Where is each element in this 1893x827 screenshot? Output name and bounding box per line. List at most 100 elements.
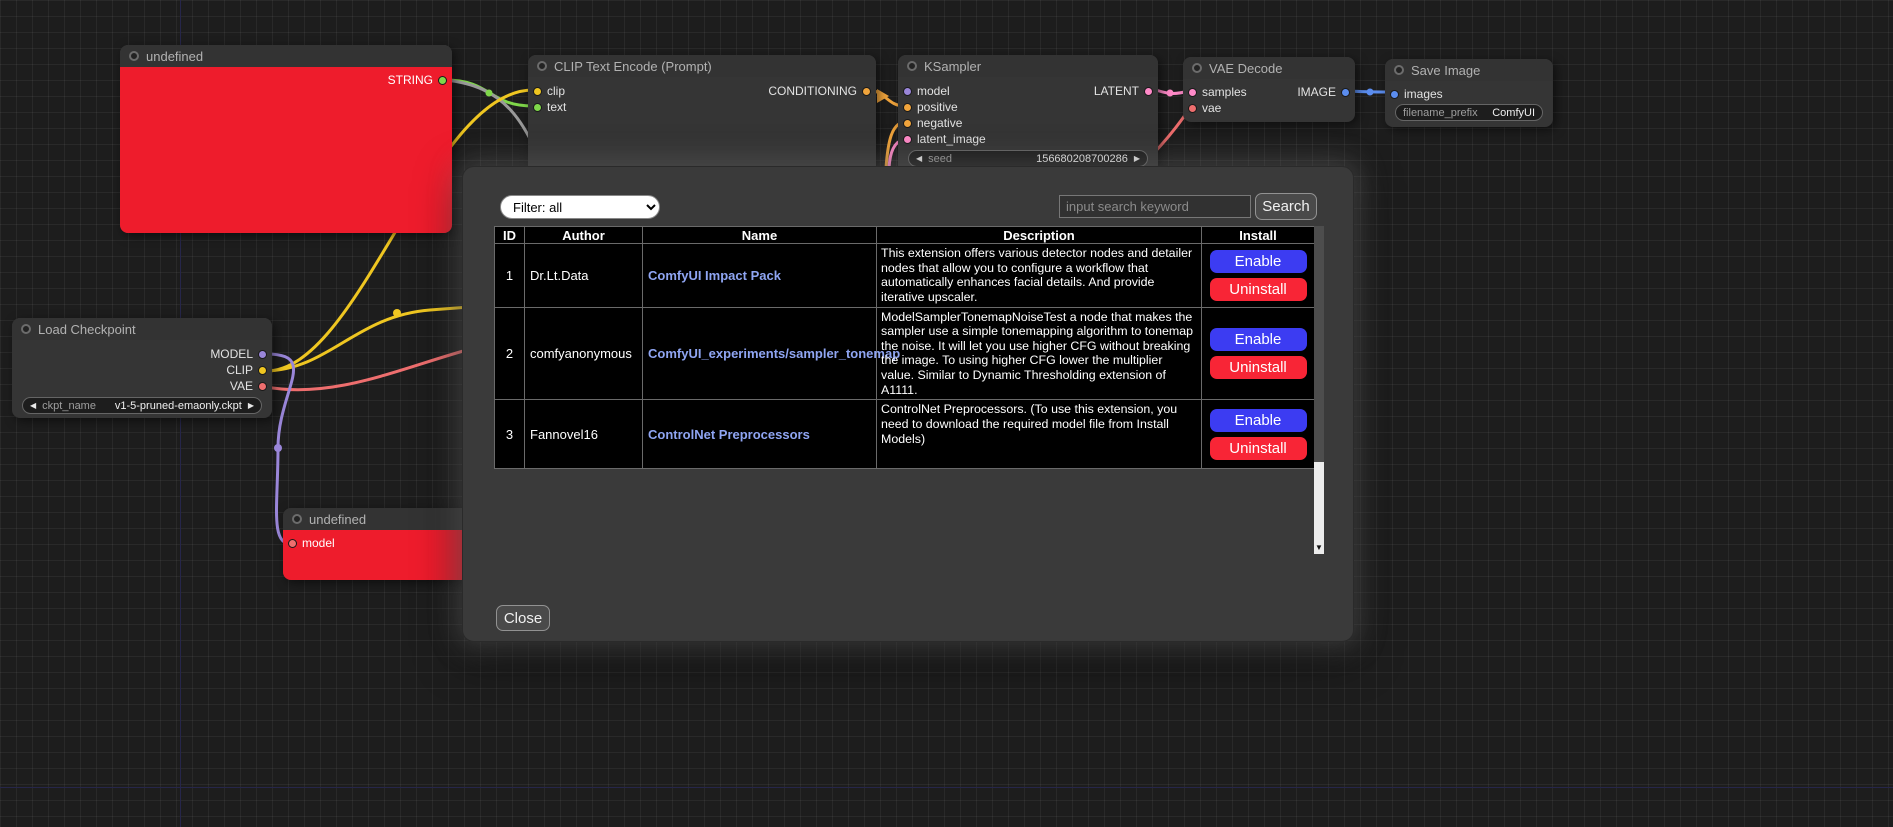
column-header-description: Description bbox=[877, 227, 1202, 244]
output-port-conditioning[interactable]: CONDITIONING bbox=[763, 83, 876, 99]
widget-label: seed bbox=[928, 153, 952, 165]
port-label: images bbox=[1404, 87, 1443, 101]
wire-midpoint-dot[interactable] bbox=[1367, 89, 1374, 96]
enable-button[interactable]: Enable bbox=[1210, 250, 1307, 273]
output-port-vae[interactable]: VAE bbox=[205, 378, 272, 394]
uninstall-button[interactable]: Uninstall bbox=[1210, 437, 1307, 460]
input-port-latent-image[interactable]: latent_image bbox=[898, 131, 991, 147]
node-title-bar[interactable]: undefined bbox=[283, 508, 469, 530]
node-graph-canvas[interactable]: undefined STRING CLIP Text Encode (Promp… bbox=[0, 0, 1893, 827]
node-collapse-dot[interactable] bbox=[907, 61, 917, 71]
port-dot[interactable] bbox=[288, 539, 297, 548]
ckpt-name-widget[interactable]: ◀ ckpt_name v1-5-pruned-emaonly.ckpt ▶ bbox=[22, 397, 262, 414]
port-dot[interactable] bbox=[1144, 87, 1153, 96]
table-scrollbar[interactable]: ▼ bbox=[1314, 226, 1324, 554]
widget-value: ComfyUI bbox=[1492, 107, 1535, 119]
extensions-table-container: ID Author Name Description Install 1 Dr.… bbox=[494, 226, 1324, 554]
node-collapse-dot[interactable] bbox=[1192, 63, 1202, 73]
input-port-negative[interactable]: negative bbox=[898, 115, 991, 131]
close-button[interactable]: Close bbox=[496, 605, 550, 631]
input-port-model[interactable]: model bbox=[898, 83, 991, 99]
port-label: positive bbox=[917, 100, 958, 114]
node-ksampler[interactable]: KSampler model positive negative lat bbox=[898, 55, 1158, 173]
input-port-text[interactable]: text bbox=[528, 99, 571, 115]
node-undefined-top[interactable]: undefined STRING bbox=[120, 45, 452, 233]
node-collapse-dot[interactable] bbox=[537, 61, 547, 71]
port-label: CONDITIONING bbox=[768, 84, 857, 98]
filter-select[interactable]: Filter: all bbox=[500, 195, 660, 219]
node-vae-decode[interactable]: VAE Decode samples vae IMAGE bbox=[1183, 57, 1355, 122]
uninstall-button[interactable]: Uninstall bbox=[1210, 356, 1307, 379]
output-port-model[interactable]: MODEL bbox=[205, 346, 272, 362]
node-load-checkpoint[interactable]: Load Checkpoint MODEL CLIP VAE ◀ ckpt bbox=[12, 318, 272, 418]
widget-decrement-arrow[interactable]: ◀ bbox=[916, 155, 922, 163]
port-dot[interactable] bbox=[258, 382, 267, 391]
widget-increment-arrow[interactable]: ▶ bbox=[1134, 155, 1140, 163]
filename-prefix-widget[interactable]: filename_prefix ComfyUI bbox=[1395, 104, 1543, 121]
node-collapse-dot[interactable] bbox=[1394, 65, 1404, 75]
column-header-install: Install bbox=[1202, 227, 1315, 244]
extension-link[interactable]: ComfyUI Impact Pack bbox=[643, 268, 876, 283]
input-port-images[interactable]: images bbox=[1385, 86, 1448, 102]
extension-author: Fannovel16 bbox=[525, 400, 643, 469]
output-port-string[interactable]: STRING bbox=[383, 72, 452, 88]
port-dot[interactable] bbox=[903, 87, 912, 96]
uninstall-button[interactable]: Uninstall bbox=[1210, 278, 1307, 301]
search-input[interactable] bbox=[1059, 195, 1251, 218]
port-dot[interactable] bbox=[533, 87, 542, 96]
wire-midpoint-dot[interactable] bbox=[1167, 90, 1174, 97]
input-port-vae[interactable]: vae bbox=[1183, 100, 1252, 116]
port-label: clip bbox=[547, 84, 565, 98]
input-port-model[interactable]: model bbox=[283, 535, 340, 551]
port-dot[interactable] bbox=[1188, 88, 1197, 97]
node-collapse-dot[interactable] bbox=[129, 51, 139, 61]
table-row: 2 comfyanonymous ComfyUI_experiments/sam… bbox=[495, 307, 1315, 400]
output-port-latent[interactable]: LATENT bbox=[1089, 83, 1158, 99]
node-collapse-dot[interactable] bbox=[21, 324, 31, 334]
port-label: CLIP bbox=[226, 363, 253, 377]
search-button[interactable]: Search bbox=[1255, 193, 1317, 220]
wire-midpoint-dot[interactable] bbox=[393, 309, 401, 317]
scrollbar-thumb[interactable] bbox=[1314, 226, 1324, 462]
output-port-clip[interactable]: CLIP bbox=[205, 362, 272, 378]
widget-increment-arrow[interactable]: ▶ bbox=[248, 402, 254, 410]
port-dot[interactable] bbox=[1390, 90, 1399, 99]
node-title-bar[interactable]: undefined bbox=[120, 45, 452, 67]
scrollbar-down-arrow[interactable]: ▼ bbox=[1314, 542, 1324, 554]
extension-link[interactable]: ControlNet Preprocessors bbox=[643, 427, 876, 442]
port-dot[interactable] bbox=[533, 103, 542, 112]
port-dot[interactable] bbox=[258, 350, 267, 359]
node-title-bar[interactable]: Load Checkpoint bbox=[12, 318, 272, 340]
input-port-positive[interactable]: positive bbox=[898, 99, 991, 115]
node-save-image[interactable]: Save Image images filename_prefix ComfyU… bbox=[1385, 59, 1553, 127]
port-dot[interactable] bbox=[903, 135, 912, 144]
wire-midpoint-dot[interactable] bbox=[274, 444, 282, 452]
port-dot[interactable] bbox=[903, 103, 912, 112]
port-label: STRING bbox=[388, 73, 433, 87]
node-undefined-bottom[interactable]: undefined model bbox=[283, 508, 469, 580]
widget-decrement-arrow[interactable]: ◀ bbox=[30, 402, 36, 410]
extension-link[interactable]: ComfyUI_experiments/sampler_tonemap bbox=[643, 346, 876, 361]
port-dot[interactable] bbox=[903, 119, 912, 128]
extension-id: 2 bbox=[495, 307, 525, 400]
port-dot[interactable] bbox=[1188, 104, 1197, 113]
enable-button[interactable]: Enable bbox=[1210, 409, 1307, 432]
port-dot[interactable] bbox=[438, 76, 447, 85]
input-port-clip[interactable]: clip bbox=[528, 83, 571, 99]
wire-midpoint-dot[interactable] bbox=[486, 90, 493, 97]
node-title: undefined bbox=[309, 512, 366, 527]
widget-value: 156680208700286 bbox=[1036, 153, 1128, 165]
port-dot[interactable] bbox=[1341, 88, 1350, 97]
port-dot[interactable] bbox=[862, 87, 871, 96]
node-title-bar[interactable]: CLIP Text Encode (Prompt) bbox=[528, 55, 876, 77]
seed-widget[interactable]: ◀ seed 156680208700286 ▶ bbox=[908, 150, 1148, 167]
output-port-image[interactable]: IMAGE bbox=[1292, 84, 1355, 100]
enable-button[interactable]: Enable bbox=[1210, 328, 1307, 351]
node-title-bar[interactable]: KSampler bbox=[898, 55, 1158, 77]
node-collapse-dot[interactable] bbox=[292, 514, 302, 524]
node-error-body: STRING bbox=[120, 67, 452, 233]
port-dot[interactable] bbox=[258, 366, 267, 375]
input-port-samples[interactable]: samples bbox=[1183, 84, 1252, 100]
node-title-bar[interactable]: Save Image bbox=[1385, 59, 1553, 81]
node-title-bar[interactable]: VAE Decode bbox=[1183, 57, 1355, 79]
